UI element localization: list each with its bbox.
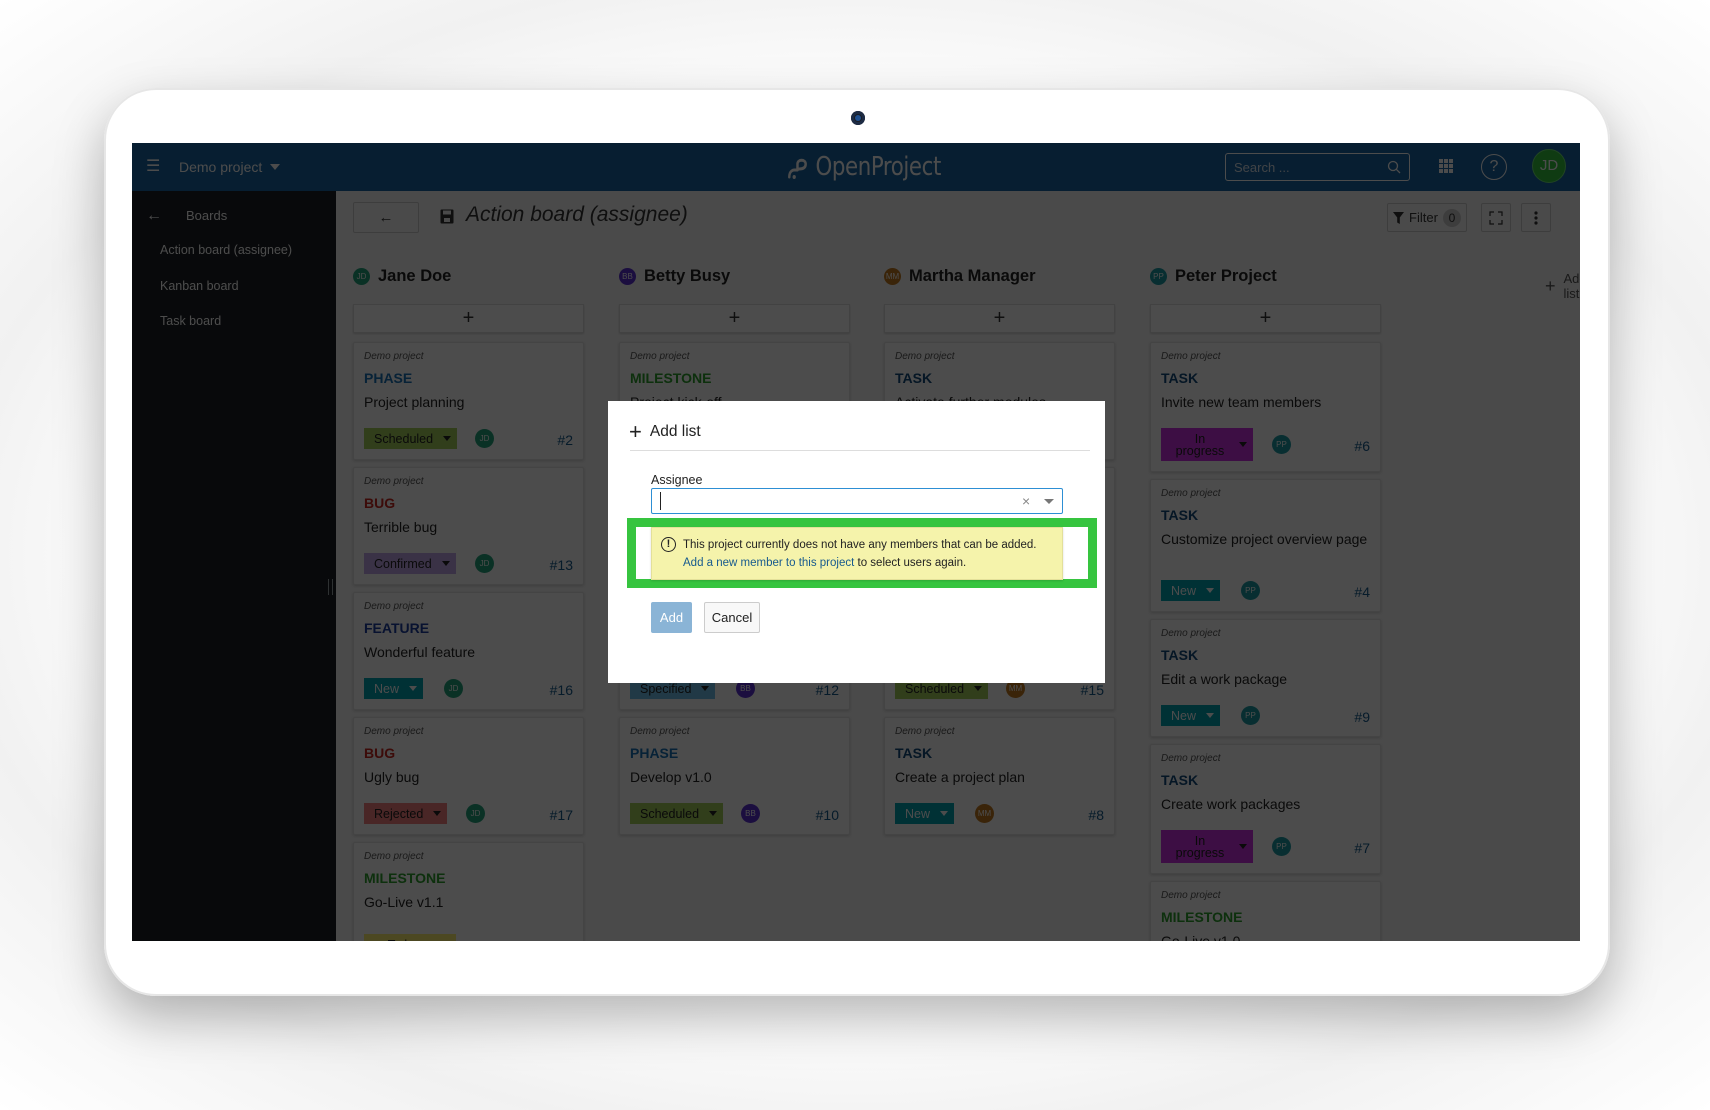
modal-title: + Add list bbox=[629, 419, 701, 444]
assignee-input[interactable] bbox=[660, 492, 1000, 510]
assignee-label: Assignee bbox=[651, 473, 703, 487]
cancel-button[interactable]: Cancel bbox=[704, 602, 760, 633]
add-button[interactable]: Add bbox=[651, 602, 692, 633]
add-member-link[interactable]: Add a new member to this project bbox=[683, 557, 854, 569]
warning-text: This project currently does not have any… bbox=[683, 539, 1037, 551]
warning-icon: ! bbox=[661, 537, 676, 552]
no-members-warning: ! This project currently does not have a… bbox=[651, 527, 1063, 580]
warning-help-line: Add a new member to this project to sele… bbox=[683, 554, 1052, 572]
clear-icon[interactable]: × bbox=[1022, 493, 1030, 509]
divider bbox=[630, 450, 1090, 451]
stage: ☰ Demo project OpenProject bbox=[0, 0, 1710, 1110]
app-screen: ☰ Demo project OpenProject bbox=[132, 143, 1580, 941]
assignee-select[interactable]: × bbox=[651, 488, 1063, 514]
chevron-down-icon[interactable] bbox=[1044, 499, 1054, 504]
warning-suffix: to select users again. bbox=[854, 557, 967, 569]
add-list-modal: + Add list Assignee × ! This project cur… bbox=[608, 401, 1105, 683]
camera-icon bbox=[851, 111, 865, 125]
modal-title-text: Add list bbox=[649, 423, 701, 440]
plus-icon: + bbox=[629, 419, 642, 444]
